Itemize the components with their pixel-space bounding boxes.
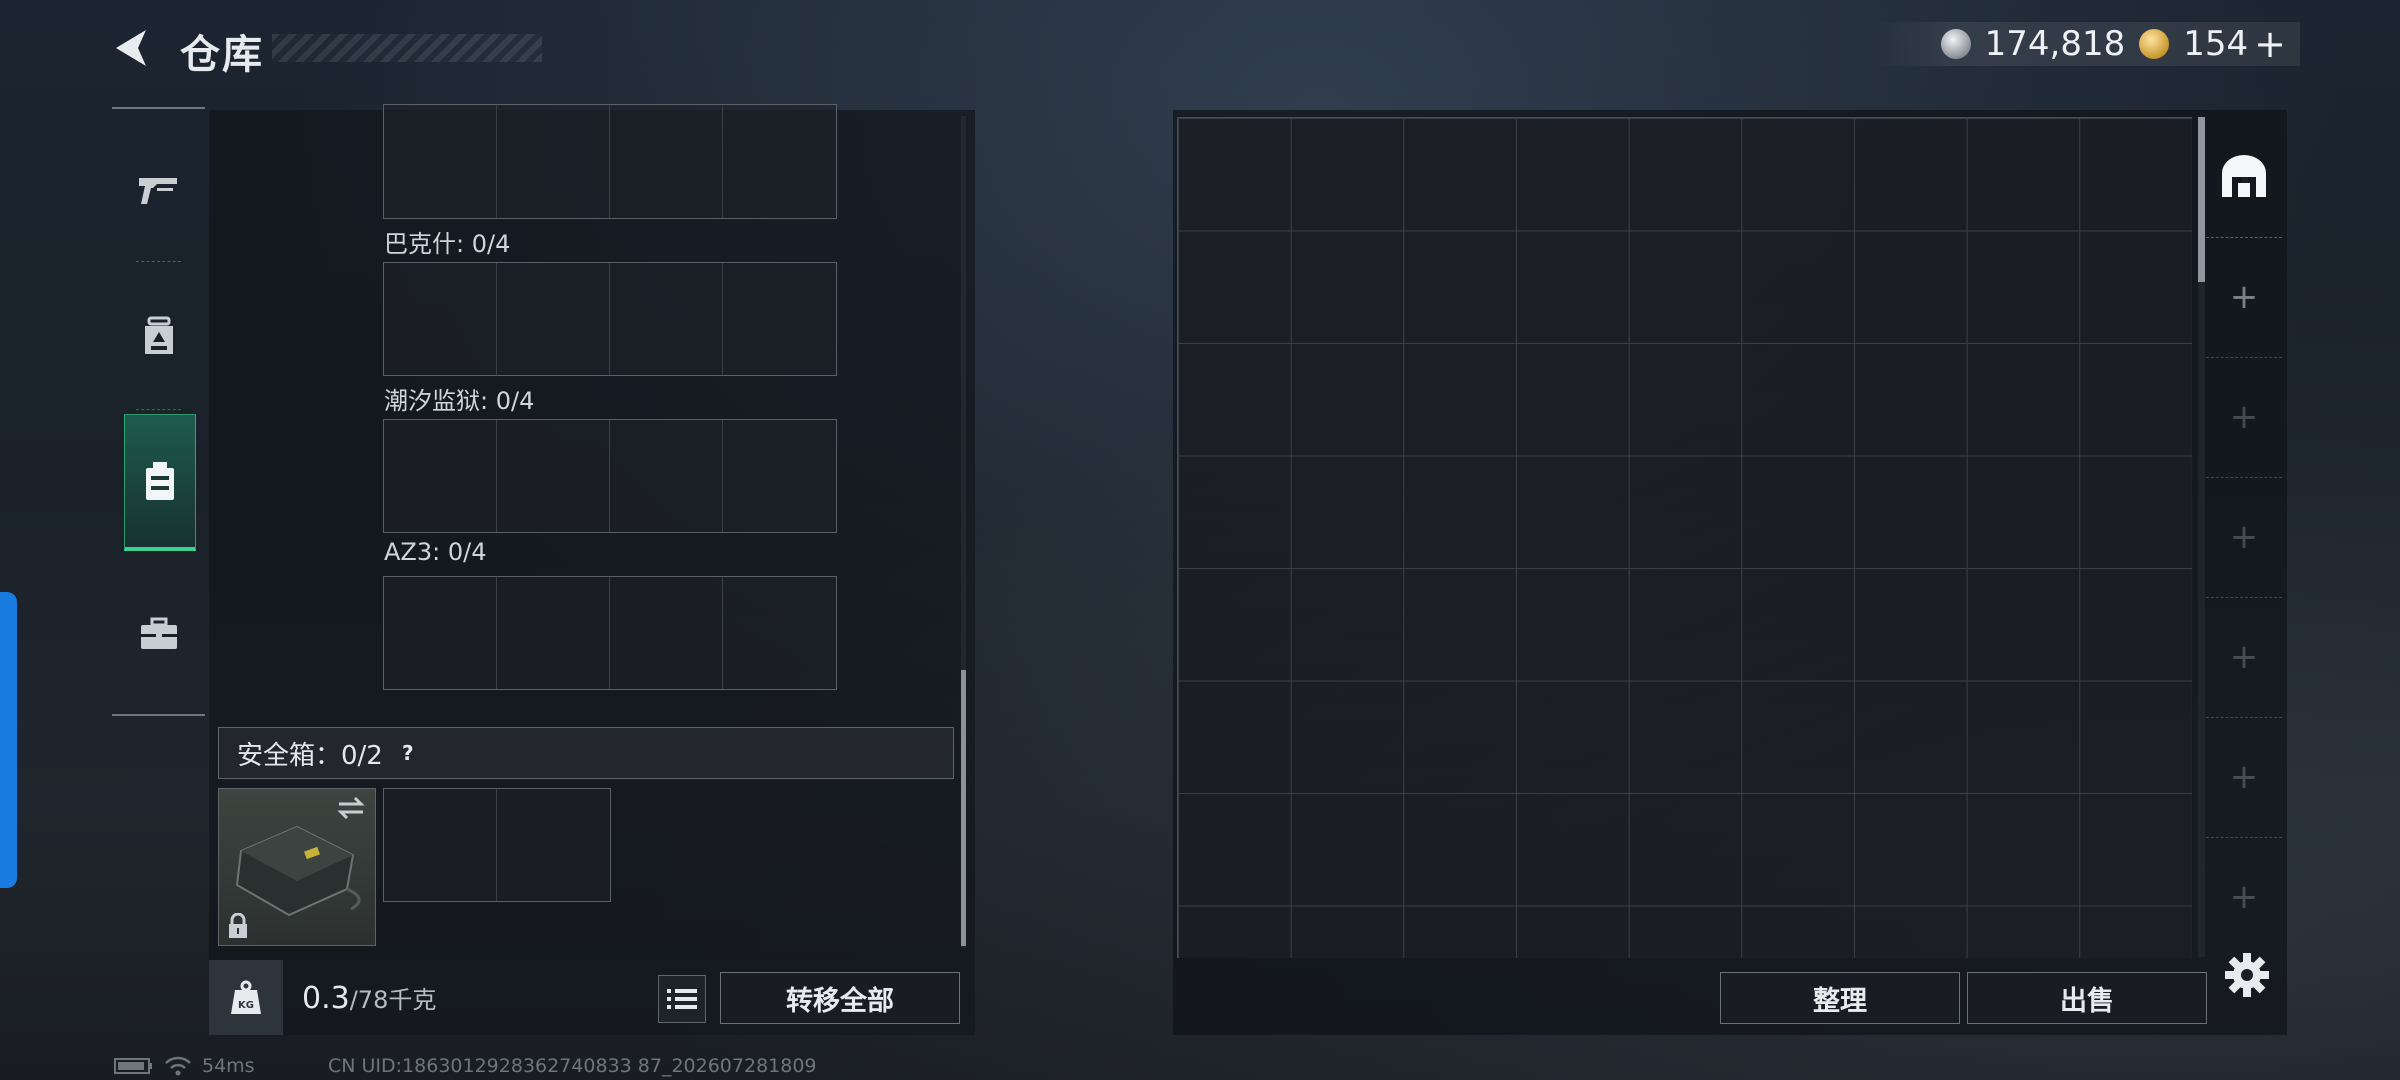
safe-box-label: 安全箱：0/2: [237, 740, 383, 771]
transfer-all-button[interactable]: 转移全部: [720, 972, 960, 1024]
gold-coin-value: 154: [2183, 24, 2249, 64]
add-currency-button[interactable]: +: [2254, 22, 2286, 66]
silver-coin-value: 174,818: [1984, 24, 2126, 64]
sell-button[interactable]: 出售: [1967, 972, 2207, 1024]
gold-coin-icon: [2139, 29, 2170, 59]
lock-icon: [229, 913, 247, 938]
grid-slot[interactable]: [497, 577, 610, 689]
tab-add-warehouse[interactable]: +: [2206, 477, 2282, 598]
tab-add-warehouse[interactable]: +: [2206, 597, 2282, 718]
sidebar-divider: [136, 409, 181, 410]
home-icon: [2222, 155, 2266, 197]
grid-slot[interactable]: [610, 105, 723, 218]
safe-box-header: 安全箱：0/2 ?: [218, 727, 954, 779]
grid-slot[interactable]: [723, 105, 836, 218]
user-uid: CN UID:1863012928362740833 87_2026072818…: [328, 1055, 817, 1077]
container-grid-tidal-prison[interactable]: [383, 419, 837, 533]
status-bar: 54ms: [114, 1055, 255, 1077]
sidebar-item-weapons[interactable]: [112, 131, 205, 251]
warehouse-grid[interactable]: [1177, 117, 2192, 958]
tab-add-warehouse[interactable]: +: [2206, 837, 2282, 957]
grid-slot[interactable]: [384, 263, 497, 375]
warehouse-scrollbar-thumb[interactable]: [2198, 117, 2205, 282]
container-grid[interactable]: [383, 104, 837, 219]
grid-slot[interactable]: [384, 105, 497, 218]
category-sidebar: [112, 107, 205, 716]
title-stripe: [272, 34, 542, 62]
grid-slot[interactable]: [497, 105, 610, 218]
grid-slot[interactable]: [610, 263, 723, 375]
safe-box-slots[interactable]: [383, 788, 611, 902]
tab-add-warehouse[interactable]: +: [2206, 357, 2282, 478]
grid-slot[interactable]: [610, 577, 723, 689]
storage-case-icon: [146, 462, 174, 500]
grid-slot[interactable]: [384, 577, 497, 689]
weight-readout: 0.3/78千克: [302, 980, 436, 1016]
page-title: 仓库: [180, 32, 264, 78]
help-icon[interactable]: ?: [395, 740, 421, 766]
grid-slot[interactable]: [384, 789, 497, 901]
swap-icon[interactable]: [335, 795, 367, 821]
organize-button[interactable]: 整理: [1720, 972, 1960, 1024]
grid-slot[interactable]: [384, 420, 497, 532]
silver-coin-icon: [1940, 29, 1971, 59]
container-grid-az3[interactable]: [383, 576, 837, 690]
tab-main-warehouse[interactable]: [2206, 117, 2282, 238]
ping-readout: 54ms: [202, 1055, 255, 1077]
toolbox-icon: [140, 617, 177, 649]
battery-icon: [114, 1058, 152, 1074]
container-grid-bakesh[interactable]: [383, 262, 837, 376]
list-icon: [667, 989, 697, 1009]
sidebar-item-storage[interactable]: [124, 414, 196, 551]
backpack-icon: [144, 316, 173, 354]
warehouse-tabs: + + + + + +: [2206, 117, 2282, 959]
gear-icon[interactable]: [2224, 952, 2270, 998]
list-view-button[interactable]: [658, 975, 706, 1023]
grid-slot[interactable]: [723, 420, 836, 532]
edge-floating-tab[interactable]: [0, 592, 17, 888]
sidebar-item-gear[interactable]: [112, 277, 205, 397]
sidebar-divider: [136, 261, 181, 262]
tab-add-warehouse[interactable]: +: [2206, 237, 2282, 358]
grid-slot[interactable]: [723, 263, 836, 375]
grid-slot[interactable]: [497, 789, 610, 901]
grid-slot[interactable]: [497, 263, 610, 375]
safe-box-item[interactable]: [218, 788, 376, 946]
tab-add-warehouse[interactable]: +: [2206, 717, 2282, 838]
weight-value: 0.3: [302, 981, 350, 1016]
container-label-tidal-prison: 潮汐监狱: 0/4: [384, 387, 535, 415]
wifi-icon: [165, 1056, 191, 1076]
grid-slot[interactable]: [723, 577, 836, 689]
svg-text:KG: KG: [238, 1000, 254, 1011]
container-label-bakesh: 巴克什: 0/4: [384, 230, 511, 258]
weight-max: /78千克: [349, 986, 437, 1014]
container-label-az3: AZ3: 0/4: [384, 538, 487, 566]
weight-kg-icon: KG: [231, 980, 261, 1014]
weight-icon-box: KG: [209, 960, 283, 1035]
currency-bar: 174,818 154 +: [1870, 22, 2300, 66]
grid-slot[interactable]: [610, 420, 723, 532]
pistol-icon: [138, 178, 177, 204]
sidebar-item-tools[interactable]: [112, 574, 205, 694]
grid-slot[interactable]: [497, 420, 610, 532]
storage-scrollbar-thumb[interactable]: [961, 670, 966, 946]
back-arrow-icon[interactable]: [110, 26, 154, 70]
